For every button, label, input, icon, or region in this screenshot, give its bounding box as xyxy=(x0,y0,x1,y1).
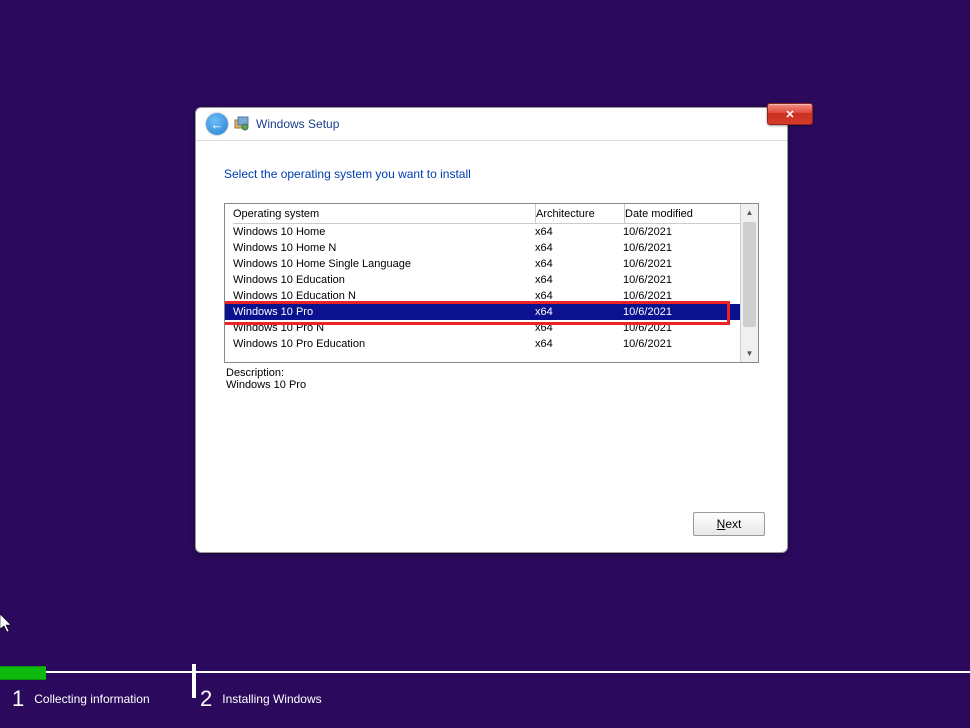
cell-date: 10/6/2021 xyxy=(623,288,741,304)
cell-date: 10/6/2021 xyxy=(623,256,741,272)
col-arch-header[interactable]: Architecture xyxy=(536,204,625,224)
cell-os: Windows 10 Home N xyxy=(233,240,535,256)
step-1-number: 1 xyxy=(12,686,24,712)
table-row[interactable]: Windows 10 Education Nx6410/6/2021 xyxy=(225,288,741,304)
page-heading: Select the operating system you want to … xyxy=(224,167,759,181)
step-1-label: Collecting information xyxy=(34,692,149,706)
cell-arch: x64 xyxy=(535,256,623,272)
setup-icon xyxy=(234,116,250,132)
cell-arch: x64 xyxy=(535,240,623,256)
progress-track-2 xyxy=(196,671,970,673)
description-block: Description: Windows 10 Pro xyxy=(224,367,759,391)
cell-os: Windows 10 Pro Education xyxy=(233,336,535,352)
col-date-header[interactable]: Date modified xyxy=(625,204,741,224)
progress-bar xyxy=(0,666,970,678)
cell-date: 10/6/2021 xyxy=(623,272,741,288)
cell-date: 10/6/2021 xyxy=(623,224,741,240)
close-button[interactable]: ✕ xyxy=(767,103,813,125)
scroll-down-icon[interactable]: ▼ xyxy=(741,345,758,362)
table-header: Operating systemArchitectureDate modifie… xyxy=(225,204,741,224)
table-row[interactable]: Windows 10 Pro Educationx6410/6/2021 xyxy=(225,336,741,352)
cell-os: Windows 10 Home Single Language xyxy=(233,256,535,272)
progress-fill xyxy=(0,666,46,680)
progress-track-1 xyxy=(46,671,192,673)
description-value: Windows 10 Pro xyxy=(226,379,759,391)
table-row[interactable]: Windows 10 Prox6410/6/2021 xyxy=(225,304,741,320)
dialog-content: Select the operating system you want to … xyxy=(196,141,787,391)
table-row[interactable]: Windows 10 Home Single Languagex6410/6/2… xyxy=(225,256,741,272)
cell-os: Windows 10 Pro N xyxy=(233,320,535,336)
cell-date: 10/6/2021 xyxy=(623,304,741,320)
table-row[interactable]: Windows 10 Educationx6410/6/2021 xyxy=(225,272,741,288)
steps-bar: 1 Collecting information 2 Installing Wi… xyxy=(0,686,970,720)
scrollbar[interactable]: ▲ ▼ xyxy=(740,204,758,362)
back-arrow-icon: ← xyxy=(211,118,224,131)
col-os-header[interactable]: Operating system xyxy=(233,204,536,224)
cell-os: Windows 10 Education xyxy=(233,272,535,288)
setup-dialog: ← Windows Setup ✕ Select the operating s… xyxy=(195,107,788,553)
scroll-thumb[interactable] xyxy=(743,222,756,327)
next-label: Next xyxy=(717,517,742,531)
cell-date: 10/6/2021 xyxy=(623,240,741,256)
step-2-label: Installing Windows xyxy=(222,692,321,706)
back-button[interactable]: ← xyxy=(206,113,228,135)
table-row[interactable]: Windows 10 Home Nx6410/6/2021 xyxy=(225,240,741,256)
table-row[interactable]: Windows 10 Pro Nx6410/6/2021 xyxy=(225,320,741,336)
close-icon: ✕ xyxy=(785,108,794,121)
step-2-number: 2 xyxy=(200,686,212,712)
cell-arch: x64 xyxy=(535,320,623,336)
table-row[interactable]: Windows 10 Homex6410/6/2021 xyxy=(225,224,741,240)
cell-os: Windows 10 Home xyxy=(233,224,535,240)
step-1: 1 Collecting information xyxy=(12,686,150,712)
cell-os: Windows 10 Education N xyxy=(233,288,535,304)
cell-date: 10/6/2021 xyxy=(623,336,741,352)
description-heading: Description: xyxy=(226,367,759,379)
dialog-title: Windows Setup xyxy=(256,117,339,131)
cell-arch: x64 xyxy=(535,288,623,304)
dialog-header: ← Windows Setup ✕ xyxy=(196,108,787,141)
cell-os: Windows 10 Pro xyxy=(233,304,535,320)
next-button[interactable]: Next xyxy=(693,512,765,536)
cursor-icon xyxy=(0,614,14,639)
step-2: 2 Installing Windows xyxy=(200,686,322,712)
cell-arch: x64 xyxy=(535,224,623,240)
cell-arch: x64 xyxy=(535,336,623,352)
cell-arch: x64 xyxy=(535,304,623,320)
cell-date: 10/6/2021 xyxy=(623,320,741,336)
cell-arch: x64 xyxy=(535,272,623,288)
scroll-up-icon[interactable]: ▲ xyxy=(741,204,758,221)
os-list: Operating systemArchitectureDate modifie… xyxy=(224,203,759,363)
